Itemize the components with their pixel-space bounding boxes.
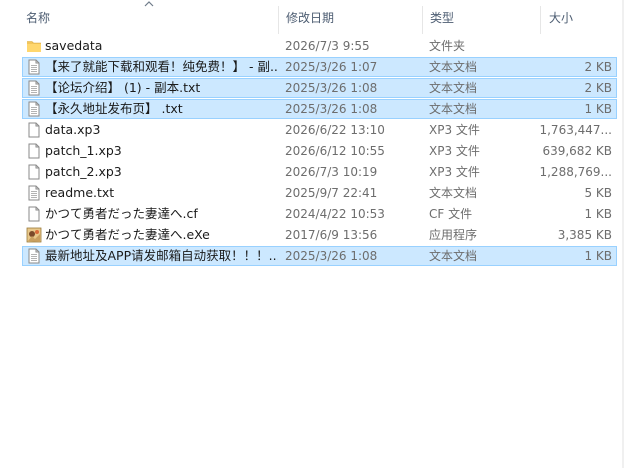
column-header-size[interactable]: 大小 <box>549 6 573 30</box>
file-size: 5 KB <box>584 186 612 200</box>
file-name: 【来了就能下载和观看！纯免费！】 - 副... <box>45 59 278 74</box>
file-modified-date: 2026/6/12 10:55 <box>285 144 385 158</box>
column-divider[interactable] <box>422 6 423 34</box>
file-icon <box>26 206 42 222</box>
file-modified-date: 2026/7/3 9:55 <box>285 39 370 53</box>
file-name: patch_1.xp3 <box>45 143 122 158</box>
file-modified-date: 2025/3/26 1:08 <box>285 102 378 116</box>
file-icon <box>26 143 42 159</box>
text-file-icon <box>26 101 42 117</box>
file-name: data.xp3 <box>45 122 101 137</box>
column-header-type[interactable]: 类型 <box>430 6 454 30</box>
file-row[interactable]: 【论坛介绍】 (1) - 副本.txt 2025/3/26 1:08 文本文档 2 K… <box>22 78 617 98</box>
file-row[interactable]: 【来了就能下载和观看！纯免费！】 - 副... 2025/3/26 1:07 文本文… <box>22 57 617 77</box>
file-modified-date: 2025/3/26 1:08 <box>285 81 378 95</box>
file-row[interactable]: savedata 2026/7/3 9:55 文件夹 <box>22 36 617 56</box>
file-row[interactable]: かつて勇者だった妻達へ.eXe 2017/6/9 13:56 应用程序 3,385 K… <box>22 225 617 245</box>
file-modified-date: 2024/4/22 10:53 <box>285 207 385 221</box>
text-file-icon <box>26 185 42 201</box>
file-modified-date: 2025/3/26 1:08 <box>285 249 378 263</box>
file-row[interactable]: readme.txt 2025/9/7 22:41 文本文档 5 KB <box>22 183 617 203</box>
file-name: savedata <box>45 38 103 53</box>
file-size: 1,763,447... <box>539 123 612 137</box>
file-name: かつて勇者だった妻達へ.eXe <box>45 227 210 242</box>
file-size: 2 KB <box>584 60 612 74</box>
text-file-icon <box>26 59 42 75</box>
file-name: 【论坛介绍】 (1) - 副本.txt <box>45 80 201 95</box>
file-modified-date: 2026/7/3 10:19 <box>285 165 378 179</box>
file-size: 1 KB <box>584 207 612 221</box>
column-header: 名称 修改日期 类型 大小 <box>0 6 624 34</box>
file-modified-date: 2025/9/7 22:41 <box>285 186 378 200</box>
file-modified-date: 2026/6/22 13:10 <box>285 123 385 137</box>
column-divider[interactable] <box>540 6 541 34</box>
file-name: 最新地址及APP请发邮箱自动获取！！！... <box>45 248 278 263</box>
file-size: 2 KB <box>584 81 612 95</box>
file-icon <box>26 164 42 180</box>
column-header-name[interactable]: 名称 <box>26 6 50 30</box>
file-name: 【永久地址发布页】 .txt <box>45 101 183 116</box>
file-row[interactable]: patch_2.xp3 2026/7/3 10:19 XP3 文件 1,288,769… <box>22 162 617 182</box>
file-row[interactable]: 最新地址及APP请发邮箱自动获取！！！... 2025/3/26 1:08 文本文档… <box>22 246 617 266</box>
file-name: かつて勇者だった妻達へ.cf <box>45 206 198 221</box>
file-size: 3,385 KB <box>557 228 612 242</box>
file-size: 1,288,769... <box>539 165 612 179</box>
text-file-icon <box>26 80 42 96</box>
file-name: patch_2.xp3 <box>45 164 122 179</box>
app-icon <box>26 227 42 243</box>
file-size: 1 KB <box>584 249 612 263</box>
file-modified-date: 2025/3/26 1:07 <box>285 60 378 74</box>
file-size <box>522 37 612 55</box>
column-header-date[interactable]: 修改日期 <box>286 6 334 30</box>
file-size: 1 KB <box>584 102 612 116</box>
file-row[interactable]: 【永久地址发布页】 .txt 2025/3/26 1:08 文本文档 1 KB <box>22 99 617 119</box>
file-row[interactable]: かつて勇者だった妻達へ.cf 2024/4/22 10:53 CF 文件 1 KB <box>22 204 617 224</box>
file-row[interactable]: data.xp3 2026/6/22 13:10 XP3 文件 1,763,447..… <box>22 120 617 140</box>
file-icon <box>26 122 42 138</box>
file-name: readme.txt <box>45 185 115 200</box>
file-modified-date: 2017/6/9 13:56 <box>285 228 378 242</box>
file-explorer: 名称 修改日期 类型 大小 savedata 2026/7/3 9:55 文件夹 【来… <box>0 0 624 468</box>
column-divider[interactable] <box>278 6 279 34</box>
file-size: 639,682 KB <box>542 144 612 158</box>
file-row[interactable]: patch_1.xp3 2026/6/12 10:55 XP3 文件 639,682 … <box>22 141 617 161</box>
folder-icon <box>26 38 42 54</box>
text-file-icon <box>26 248 42 264</box>
